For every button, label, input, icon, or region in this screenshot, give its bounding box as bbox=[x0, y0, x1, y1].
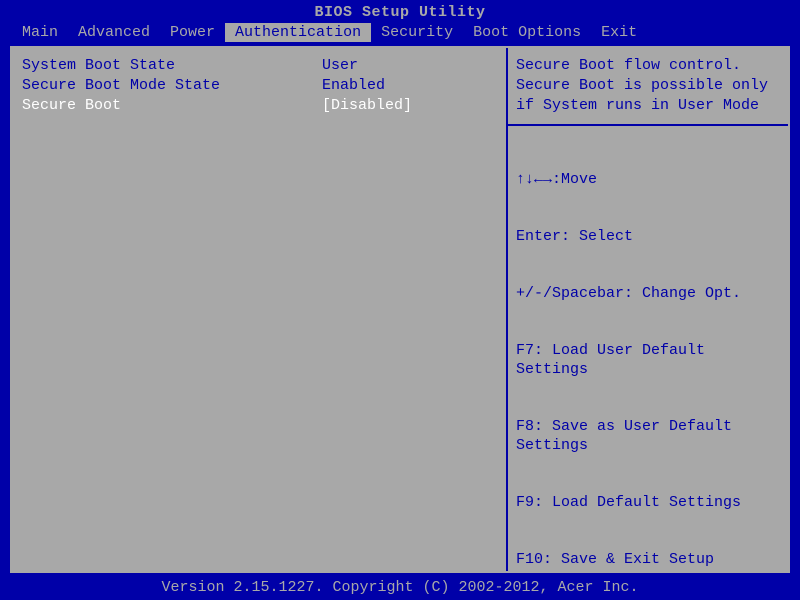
hint-move: ↑↓←→:Move bbox=[516, 170, 780, 189]
setting-label: Secure Boot Mode State bbox=[22, 76, 322, 96]
settings-panel: System Boot State User Secure Boot Mode … bbox=[12, 48, 508, 571]
setting-value: Enabled bbox=[322, 76, 385, 96]
tab-exit[interactable]: Exit bbox=[591, 23, 647, 42]
help-divider bbox=[508, 124, 788, 126]
tab-bar: Main Advanced Power Authentication Secur… bbox=[0, 23, 800, 46]
tab-boot-options[interactable]: Boot Options bbox=[463, 23, 591, 42]
footer-version: Version 2.15.1227. Copyright (C) 2002-20… bbox=[0, 577, 800, 600]
hint-change-opt: +/-/Spacebar: Change Opt. bbox=[516, 284, 780, 303]
setting-value[interactable]: [Disabled] bbox=[322, 96, 412, 116]
hint-f9: F9: Load Default Settings bbox=[516, 493, 780, 512]
help-panel: Secure Boot flow control. Secure Boot is… bbox=[508, 48, 788, 571]
utility-title: BIOS Setup Utility bbox=[0, 0, 800, 23]
setting-label: Secure Boot bbox=[22, 96, 322, 116]
tab-main[interactable]: Main bbox=[12, 23, 68, 42]
setting-secure-boot[interactable]: Secure Boot [Disabled] bbox=[22, 96, 496, 116]
setting-system-boot-state: System Boot State User bbox=[22, 56, 496, 76]
main-panels: System Boot State User Secure Boot Mode … bbox=[10, 46, 790, 573]
tab-power[interactable]: Power bbox=[160, 23, 225, 42]
key-hints: ↑↓←→:Move Enter: Select +/-/Spacebar: Ch… bbox=[516, 132, 780, 600]
hint-select: Enter: Select bbox=[516, 227, 780, 246]
tab-advanced[interactable]: Advanced bbox=[68, 23, 160, 42]
hint-f8: F8: Save as User Default Settings bbox=[516, 417, 780, 455]
setting-label: System Boot State bbox=[22, 56, 322, 76]
hint-f7: F7: Load User Default Settings bbox=[516, 341, 780, 379]
hint-f10: F10: Save & Exit Setup bbox=[516, 550, 780, 569]
bios-screen: BIOS Setup Utility Main Advanced Power A… bbox=[0, 0, 800, 600]
help-description: Secure Boot flow control. Secure Boot is… bbox=[516, 56, 780, 116]
setting-secure-boot-mode-state: Secure Boot Mode State Enabled bbox=[22, 76, 496, 96]
setting-value: User bbox=[322, 56, 358, 76]
tab-security[interactable]: Security bbox=[371, 23, 463, 42]
tab-authentication[interactable]: Authentication bbox=[225, 23, 371, 42]
